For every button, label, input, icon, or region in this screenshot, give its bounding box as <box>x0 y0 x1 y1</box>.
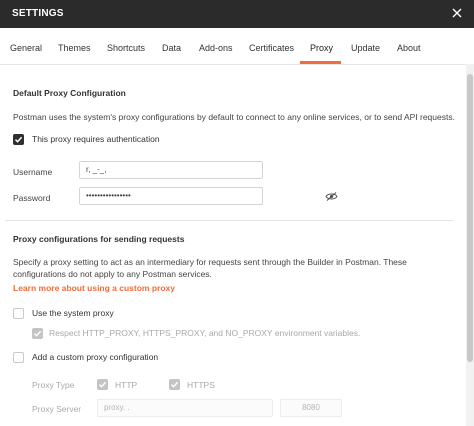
default-proxy-title: Default Proxy Configuration <box>13 88 126 98</box>
auth-checkbox-label: This proxy requires authentication <box>32 134 160 144</box>
tab-shortcuts[interactable]: Shortcuts <box>107 43 145 53</box>
tab-general[interactable]: General <box>10 43 42 53</box>
proxy-server-label: Proxy Server <box>32 404 82 414</box>
username-label: Username <box>13 167 53 177</box>
password-field[interactable]: •••••••••••••••• <box>79 187 338 205</box>
respect-env-checkbox[interactable] <box>32 328 43 339</box>
username-field[interactable]: r, _-_, <box>79 161 263 179</box>
custom-proxy-label: Add a custom proxy configuration <box>32 352 159 362</box>
proxy-server-value: proxy. . <box>104 403 130 412</box>
https-label: HTTPS <box>187 380 215 390</box>
use-system-proxy-label: Use the system proxy <box>32 308 114 318</box>
tab-about[interactable]: About <box>397 43 421 53</box>
proxy-port-input[interactable]: 8080 <box>280 399 342 417</box>
tab-update[interactable]: Update <box>351 43 380 53</box>
settings-header: SETTINGS <box>0 0 474 28</box>
check-icon <box>170 381 179 388</box>
section-divider <box>5 220 453 221</box>
close-icon[interactable] <box>448 4 466 22</box>
proxy-server-input[interactable]: proxy. . <box>97 399 273 417</box>
respect-env-label: Respect HTTP_PROXY, HTTPS_PROXY, and NO_… <box>49 328 361 338</box>
settings-title: SETTINGS <box>12 8 64 19</box>
tab-certificates[interactable]: Certificates <box>249 43 294 53</box>
check-icon <box>98 381 107 388</box>
http-label: HTTP <box>115 380 138 390</box>
auth-checkbox[interactable] <box>13 134 24 145</box>
proxy-port-value: 8080 <box>302 403 320 412</box>
tab-proxy[interactable]: Proxy <box>310 43 333 53</box>
learn-more-link[interactable]: Learn more about using a custom proxy <box>13 283 175 293</box>
tab-data[interactable]: Data <box>162 43 181 53</box>
tab-add-ons[interactable]: Add-ons <box>199 43 233 53</box>
settings-tabs: General Themes Shortcuts Data Add-ons Ce… <box>0 28 466 65</box>
password-value: •••••••••••••••• <box>86 191 131 200</box>
proxy-settings-panel: Default Proxy Configuration Postman uses… <box>0 64 466 426</box>
scrollbar[interactable] <box>466 64 474 426</box>
use-system-proxy-checkbox[interactable] <box>13 308 24 319</box>
tab-themes[interactable]: Themes <box>58 43 91 53</box>
request-proxy-description: Specify a proxy setting to act as an int… <box>13 257 407 279</box>
eye-slash-icon[interactable] <box>325 192 338 203</box>
custom-proxy-checkbox[interactable] <box>13 352 24 363</box>
https-checkbox[interactable] <box>169 379 180 390</box>
request-proxy-title: Proxy configurations for sending request… <box>13 234 185 244</box>
default-proxy-description: Postman uses the system's proxy configur… <box>13 112 455 122</box>
http-checkbox[interactable] <box>97 379 108 390</box>
proxy-type-label: Proxy Type <box>32 380 75 390</box>
password-label: Password <box>13 193 51 203</box>
scrollbar-thumb[interactable] <box>467 74 473 362</box>
check-icon <box>33 330 42 337</box>
username-value: r, _-_, <box>86 165 107 174</box>
check-icon <box>14 136 23 143</box>
